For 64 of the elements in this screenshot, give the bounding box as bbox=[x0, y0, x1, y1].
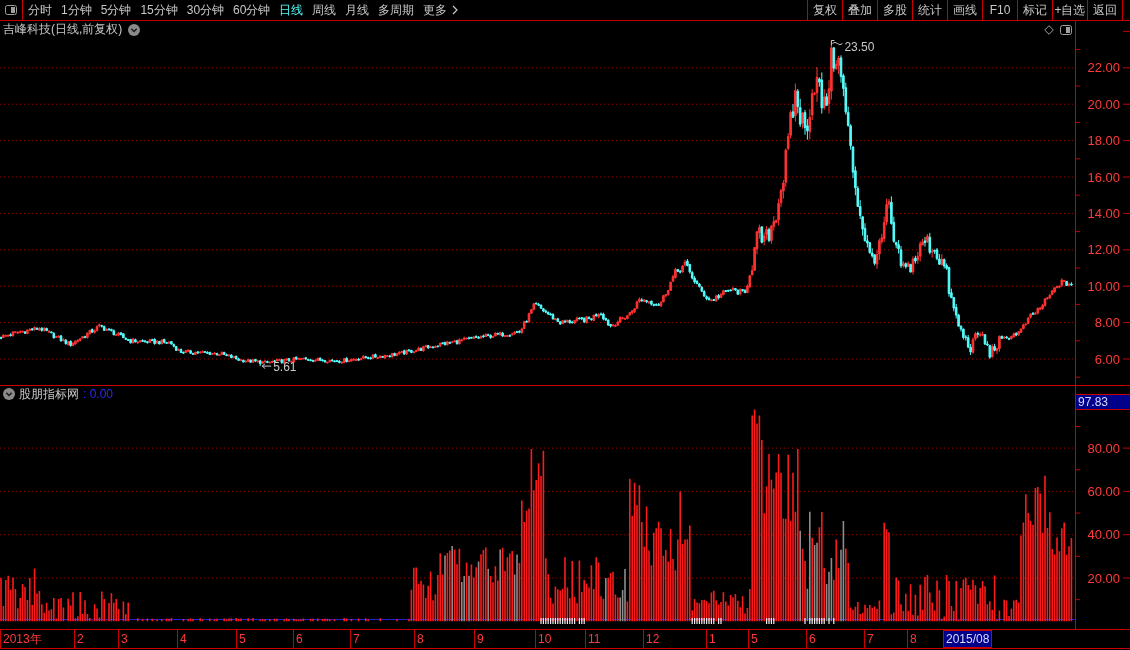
date-label: 2 bbox=[74, 630, 118, 648]
toolbar-button[interactable]: 叠加 bbox=[842, 0, 877, 20]
axis-label: 20.00 bbox=[1087, 96, 1120, 112]
date-label: 6 bbox=[293, 630, 350, 648]
date-label: 5 bbox=[236, 630, 293, 648]
indicator-name: 股朋指标网 bbox=[19, 385, 79, 403]
date-label: 1 bbox=[706, 630, 748, 648]
date-label: 3 bbox=[118, 630, 177, 648]
toolbar-button[interactable]: 多股 bbox=[877, 0, 912, 20]
current-value-label: 97.83 bbox=[1076, 394, 1130, 410]
period-tab[interactable]: 多周期 bbox=[374, 0, 419, 20]
toolbar-button[interactable]: F10 bbox=[982, 0, 1017, 20]
chevron-down-icon[interactable] bbox=[3, 388, 15, 400]
toolbar-button[interactable]: 统计 bbox=[912, 0, 947, 20]
date-label: 6 bbox=[806, 630, 864, 648]
date-label: 12 bbox=[643, 630, 706, 648]
panel-toggle-icon[interactable] bbox=[1060, 24, 1072, 35]
toolbar-button[interactable]: 标记 bbox=[1017, 0, 1052, 20]
axis-label: 14.00 bbox=[1087, 205, 1120, 221]
axis-label: 18.00 bbox=[1087, 133, 1120, 149]
date-label: 2013年 bbox=[0, 630, 74, 648]
axis-label: 8.00 bbox=[1094, 315, 1120, 331]
axis-label: 22.00 bbox=[1087, 60, 1120, 76]
date-label: 8 bbox=[414, 630, 474, 648]
toolbar-button[interactable]: 返回 bbox=[1087, 0, 1122, 20]
axis-label: 40.00 bbox=[1087, 527, 1120, 543]
toolbar-button[interactable]: 复权 bbox=[807, 0, 842, 20]
period-tab[interactable]: 1分钟 bbox=[57, 0, 96, 20]
toolbar-button[interactable]: 画线 bbox=[947, 0, 982, 20]
indicator-reading: : 0.00 bbox=[83, 387, 114, 401]
date-label: 7 bbox=[350, 630, 414, 648]
date-label: 11 bbox=[585, 630, 643, 648]
leader-line-icon bbox=[830, 40, 843, 46]
chevron-right-icon bbox=[452, 5, 459, 15]
period-tab[interactable]: 分时 bbox=[24, 0, 56, 20]
low-price-label: 5.61 bbox=[273, 359, 297, 374]
cursor-date-label: 2015/08 bbox=[943, 630, 993, 648]
high-price-label: 23.50 bbox=[844, 39, 875, 54]
axis-label: 6.00 bbox=[1094, 351, 1120, 367]
period-tab[interactable]: 日线 bbox=[275, 0, 308, 20]
arrow-icon bbox=[261, 363, 272, 370]
period-tab[interactable]: 5分钟 bbox=[96, 0, 136, 20]
period-tab[interactable]: 月线 bbox=[341, 0, 374, 20]
chevron-down-icon[interactable] bbox=[128, 23, 141, 36]
period-tab[interactable]: 15分钟 bbox=[136, 0, 182, 20]
more-menu-tab[interactable]: 更多 bbox=[419, 0, 463, 20]
date-label: 4 bbox=[177, 630, 236, 648]
toolbar-button[interactable]: +自选 bbox=[1052, 0, 1087, 20]
axis-label: 12.00 bbox=[1087, 242, 1120, 258]
axis-label: 10.00 bbox=[1087, 278, 1120, 294]
axis-label: 80.00 bbox=[1087, 440, 1120, 456]
stock-title: 吉峰科技(日线,前复权) bbox=[3, 21, 123, 38]
date-label: 5 bbox=[748, 630, 806, 648]
axis-label: 60.00 bbox=[1087, 483, 1120, 499]
period-tab[interactable]: 60分钟 bbox=[229, 0, 275, 20]
panel-toggle-icon[interactable] bbox=[5, 5, 17, 15]
diamond-icon[interactable] bbox=[1044, 24, 1054, 35]
date-label: 7 bbox=[864, 630, 907, 648]
date-label: 10 bbox=[535, 630, 585, 648]
period-tab[interactable]: 周线 bbox=[308, 0, 341, 20]
axis-label: 20.00 bbox=[1087, 570, 1120, 586]
period-tab[interactable]: 30分钟 bbox=[182, 0, 229, 20]
date-label: 9 bbox=[474, 630, 535, 648]
axis-label: 16.00 bbox=[1087, 169, 1120, 185]
